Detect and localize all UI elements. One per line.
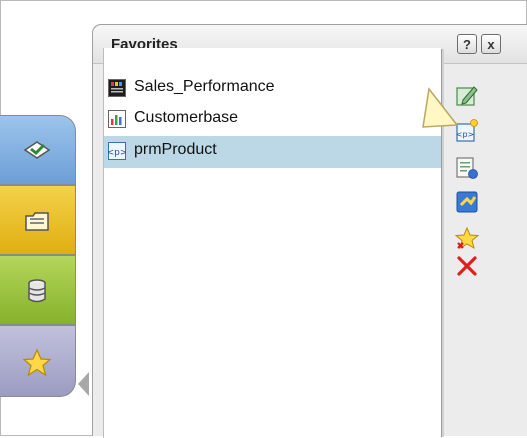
list-item[interactable]: Customerbase	[104, 104, 441, 136]
parameter-icon: <p>	[108, 142, 126, 160]
list-item-label: prmProduct	[134, 141, 217, 158]
list-item-selected[interactable]: <p> prmProduct	[104, 136, 441, 168]
svg-text:<p>: <p>	[456, 130, 474, 139]
delete-icon[interactable]	[454, 253, 480, 279]
folder-icon	[25, 212, 49, 231]
close-button[interactable]: x	[481, 34, 501, 54]
navigate-icon	[23, 141, 51, 159]
star-icon	[22, 348, 52, 377]
list-item[interactable]: Sales_Performance	[104, 73, 441, 105]
active-tab-pointer	[78, 372, 89, 396]
properties-icon[interactable]	[454, 155, 480, 181]
connect-icon[interactable]	[454, 189, 480, 215]
tab-favorites[interactable]	[0, 325, 76, 397]
chart-report-icon	[108, 110, 126, 128]
favorites-list-area: Sales_Performance Customerbase <p> prmPr…	[103, 48, 441, 438]
favorites-panel: Favorites ? x Sales_Performance Customer…	[92, 24, 527, 438]
tab-navigate[interactable]	[0, 115, 76, 185]
help-button[interactable]: ?	[457, 34, 477, 54]
remove-favorite-icon[interactable]	[454, 226, 480, 252]
tooltip-pointer	[422, 87, 459, 128]
report-dark-icon	[108, 79, 126, 97]
list-item-label: Sales_Performance	[134, 78, 275, 95]
svg-text:<p>: <p>	[108, 148, 126, 158]
database-icon	[28, 279, 46, 303]
tab-folder[interactable]	[0, 185, 76, 255]
tab-database[interactable]	[0, 255, 76, 325]
list-item-label: Customerbase	[134, 109, 239, 126]
